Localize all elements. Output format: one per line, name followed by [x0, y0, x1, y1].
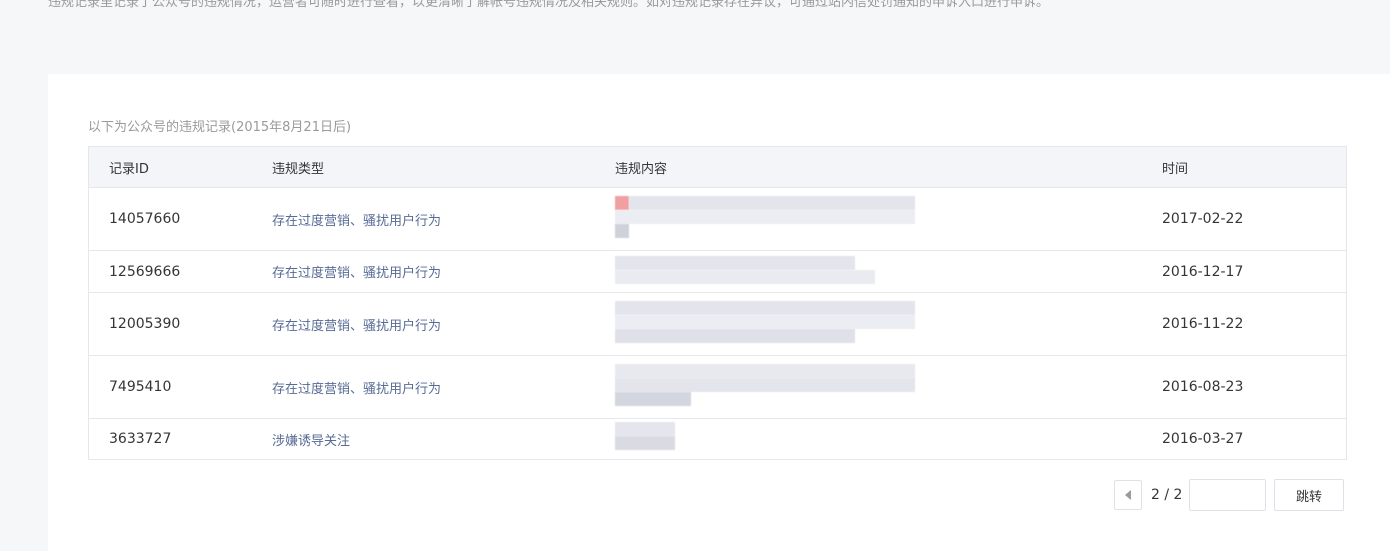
- pagination: 2 / 2 跳转: [1114, 479, 1344, 511]
- record-time: 2016-08-23: [1162, 379, 1244, 395]
- table-row: 12569666 存在过度营销、骚扰用户行为 2016-12-17: [89, 251, 1346, 293]
- intro-text: 违规记录里记录了公众号的违规情况，运营者可随时进行查看，以更清晰了解帐号违规情况…: [48, 0, 1050, 10]
- violation-type: 存在过度营销、骚扰用户行为: [272, 266, 442, 281]
- record-id: 12005390: [109, 316, 181, 332]
- record-id: 7495410: [109, 379, 172, 395]
- table-header: 记录ID 违规类型 违规内容 时间: [89, 147, 1346, 188]
- record-time: 2016-11-22: [1162, 316, 1244, 332]
- violation-type: 存在过度营销、骚扰用户行为: [272, 318, 442, 334]
- record-time: 2016-03-27: [1162, 431, 1244, 447]
- redacted-content: [615, 419, 915, 459]
- table-row: 7495410 存在过度营销、骚扰用户行为 2016-08-23: [89, 356, 1346, 419]
- record-id: 14057660: [109, 211, 181, 227]
- column-header-content: 违规内容: [615, 161, 668, 177]
- violation-type: 存在过度营销、骚扰用户行为: [272, 381, 442, 397]
- column-header-id: 记录ID: [109, 161, 149, 177]
- record-time: 2016-12-17: [1162, 263, 1244, 280]
- violation-type: 涉嫌诱导关注: [272, 433, 351, 449]
- violation-type: 存在过度营销、骚扰用户行为: [272, 213, 442, 229]
- record-id: 12569666: [109, 263, 181, 280]
- violation-records-panel: 以下为公众号的违规记录(2015年8月21日后) 记录ID 违规类型 违规内容 …: [48, 74, 1390, 551]
- table-row: 3633727 涉嫌诱导关注 2016-03-27: [89, 419, 1346, 459]
- redacted-content: [615, 188, 915, 250]
- records-table: 记录ID 违规类型 违规内容 时间 14057660 存在过度营销、骚扰用户行为…: [88, 146, 1347, 460]
- records-caption: 以下为公众号的违规记录(2015年8月21日后): [88, 120, 352, 135]
- redacted-content: [615, 251, 915, 292]
- table-row: 12005390 存在过度营销、骚扰用户行为 2016-11-22: [89, 293, 1346, 356]
- column-header-time: 时间: [1162, 161, 1189, 177]
- page-indicator: 2 / 2: [1151, 487, 1183, 503]
- page-jump-input[interactable]: [1189, 479, 1266, 511]
- record-id: 3633727: [109, 431, 172, 447]
- jump-button[interactable]: 跳转: [1274, 479, 1344, 511]
- redacted-content: [615, 293, 915, 355]
- triangle-left-icon: [1125, 490, 1131, 500]
- column-header-type: 违规类型: [272, 161, 325, 177]
- record-time: 2017-02-22: [1162, 211, 1244, 227]
- table-row: 14057660 存在过度营销、骚扰用户行为 2017-02-22: [89, 188, 1346, 251]
- prev-page-button[interactable]: [1114, 480, 1142, 510]
- redacted-content: [615, 356, 915, 418]
